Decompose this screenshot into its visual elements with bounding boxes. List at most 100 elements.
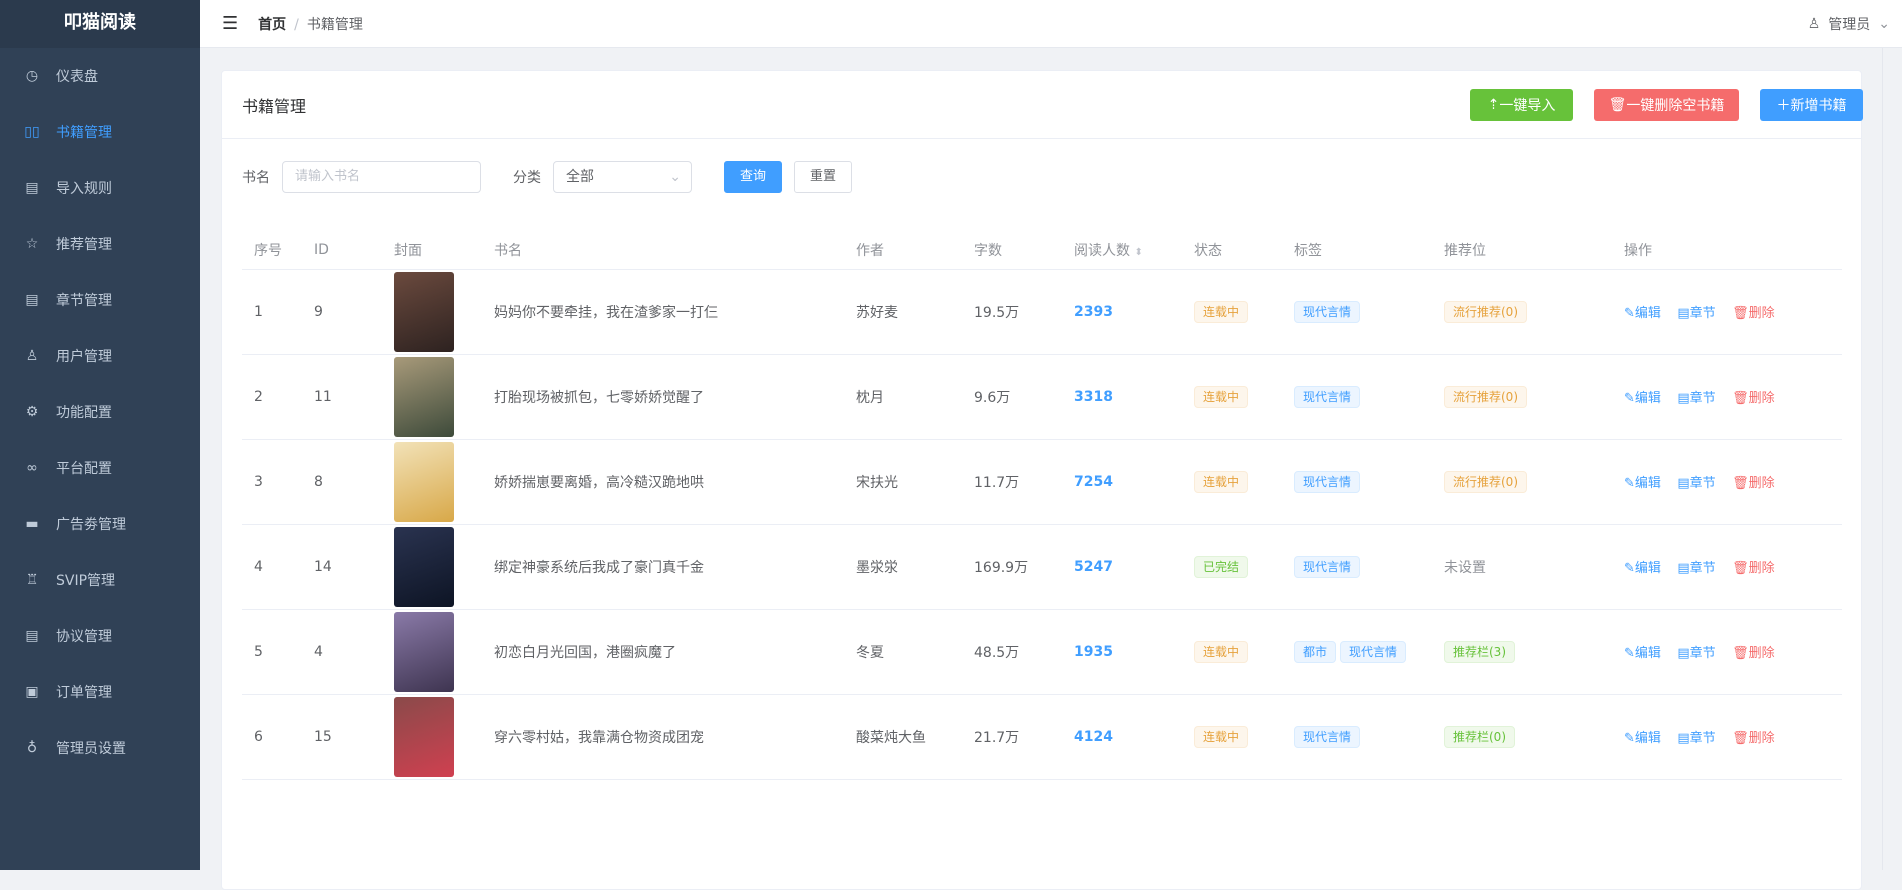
cover-cell: [382, 524, 482, 610]
book-cover-image[interactable]: [394, 611, 454, 692]
slot-badge: 流行推荐(0): [1444, 470, 1527, 493]
book-cover-image[interactable]: [394, 271, 454, 352]
book-cover-image[interactable]: [394, 356, 454, 437]
tags-cell: 现代言情: [1282, 269, 1432, 355]
delete-button[interactable]: 🗑删除: [1732, 646, 1775, 661]
column-header: 字数: [962, 231, 1062, 270]
book-author: 枕月: [844, 354, 962, 440]
user-icon: ♙: [1807, 16, 1821, 32]
upload-icon: ⇡: [1487, 97, 1500, 113]
book-cover-image[interactable]: [394, 526, 454, 607]
reset-button[interactable]: 重置: [794, 161, 853, 193]
add-book-button[interactable]: ＋新增书籍: [1760, 89, 1863, 121]
breadcrumb-separator: /: [294, 16, 299, 33]
chapter-button[interactable]: ▤章节: [1677, 646, 1715, 661]
document-icon: ▤: [25, 628, 39, 644]
word-count: 169.9万: [962, 524, 1062, 610]
delete-button[interactable]: 🗑删除: [1732, 561, 1775, 576]
sidebar-item-12[interactable]: ♁ 管理员设置: [0, 720, 200, 776]
status-badge: 连载中: [1194, 300, 1249, 323]
delete-button[interactable]: 🗑删除: [1732, 306, 1775, 321]
sidebar-item-2[interactable]: ▤ 导入规则: [0, 160, 200, 216]
scrollbar[interactable]: [1882, 48, 1902, 870]
sidebar-item-label: 用户管理: [56, 349, 112, 365]
chevron-down-icon: ⌄: [669, 169, 681, 185]
edit-button[interactable]: ✎编辑: [1624, 476, 1661, 491]
cover-cell: [382, 609, 482, 695]
tag-badge: 现代言情: [1294, 300, 1361, 323]
sidebar-item-6[interactable]: ⚙ 功能配置: [0, 384, 200, 440]
sidebar-item-3[interactable]: ☆ 推荐管理: [0, 216, 200, 272]
sidebar-item-11[interactable]: ▣ 订单管理: [0, 664, 200, 720]
slot-badge: 推荐栏(3): [1444, 640, 1515, 663]
column-header-label: 书名: [494, 242, 522, 259]
book-title: 打胎现场被抓包，七零娇娇觉醒了: [482, 354, 844, 440]
user-name: 管理员: [1828, 17, 1871, 33]
sidebar-item-4[interactable]: ▤ 章节管理: [0, 272, 200, 328]
actions-cell: ✎编辑 ▤章节 🗑删除: [1612, 269, 1842, 355]
delete-button[interactable]: 🗑删除: [1732, 476, 1775, 491]
category-value: 全部: [566, 169, 594, 185]
edit-button[interactable]: ✎编辑: [1624, 391, 1661, 406]
edit-button[interactable]: ✎编辑: [1624, 561, 1661, 576]
row-id: 8: [302, 439, 382, 525]
actions-cell: ✎编辑 ▤章节 🗑删除: [1612, 354, 1842, 440]
slot-cell: 流行推荐(0): [1432, 354, 1612, 440]
book-name-input[interactable]: 请输入书名: [282, 161, 481, 193]
column-header-label: 状态: [1194, 242, 1222, 259]
book-title: 绑定神豪系统后我成了豪门真千金: [482, 524, 844, 610]
word-count: 48.5万: [962, 609, 1062, 695]
edit-button[interactable]: ✎编辑: [1624, 646, 1661, 661]
import-button[interactable]: ⇡ 一键导入: [1470, 89, 1573, 121]
search-button[interactable]: 查询: [724, 161, 783, 193]
category-select[interactable]: 全部 ⌄: [553, 161, 692, 193]
delete-button[interactable]: 🗑删除: [1732, 731, 1775, 746]
sidebar-item-1[interactable]: ▯▯ 书籍管理: [0, 104, 200, 160]
sidebar-item-10[interactable]: ▤ 协议管理: [0, 608, 200, 664]
breadcrumb-home[interactable]: 首页: [258, 17, 286, 33]
sidebar-item-label: 广告劵管理: [56, 517, 126, 533]
word-count: 11.7万: [962, 439, 1062, 525]
menu-toggle-icon[interactable]: ☰: [222, 13, 238, 34]
document-icon: ▤: [1677, 306, 1690, 321]
column-header[interactable]: 阅读人数 ⬍: [1062, 231, 1182, 270]
chapter-button[interactable]: ▤章节: [1677, 476, 1715, 491]
reader-count: 1935: [1062, 609, 1182, 695]
trash-icon: 🗑: [1732, 731, 1749, 746]
delete-button[interactable]: 🗑删除: [1732, 391, 1775, 406]
edit-button[interactable]: ✎编辑: [1624, 731, 1661, 746]
sidebar-item-label: 书籍管理: [56, 125, 112, 141]
edit-icon: ✎: [1624, 561, 1635, 576]
star-icon: ☆: [25, 236, 39, 252]
table-row: 5 4 初恋白月光回国，港圈疯魔了 冬夏 48.5万 1935 连载中 都市 现代…: [242, 609, 1842, 695]
sidebar-item-0[interactable]: ◷ 仪表盘: [0, 48, 200, 104]
sidebar-item-9[interactable]: ♖ SVIP管理: [0, 552, 200, 608]
sidebar-item-label: 订单管理: [56, 685, 112, 701]
user-dropdown[interactable]: ♙ 管理员 ⌄: [1808, 0, 1890, 48]
chapter-button[interactable]: ▤章节: [1677, 561, 1715, 576]
delete-empty-button[interactable]: 🗑 一键删除空书籍: [1594, 89, 1739, 121]
chapter-button[interactable]: ▤章节: [1677, 306, 1715, 321]
document-icon: ▤: [1677, 561, 1690, 576]
edit-icon: ✎: [1624, 646, 1635, 661]
book-cover-image[interactable]: [394, 696, 454, 777]
sidebar-item-5[interactable]: ♙ 用户管理: [0, 328, 200, 384]
tag-badge: 现代言情: [1294, 555, 1361, 578]
book-cover-image[interactable]: [394, 441, 454, 522]
sidebar-item-8[interactable]: ▬ 广告劵管理: [0, 496, 200, 552]
word-count: 21.7万: [962, 694, 1062, 780]
sort-icon[interactable]: ⬍: [1134, 247, 1142, 258]
breadcrumb-current: 书籍管理: [306, 16, 363, 33]
sidebar-item-label: 平台配置: [56, 461, 112, 477]
status-badge: 连载中: [1194, 725, 1249, 748]
chapter-button[interactable]: ▤章节: [1677, 731, 1715, 746]
edit-button[interactable]: ✎编辑: [1624, 306, 1661, 321]
user-icon: ♙: [25, 348, 39, 364]
book-author: 宋扶光: [844, 439, 962, 525]
filter-bar: 书名 请输入书名 分类 全部 ⌄ 查询 重置: [242, 161, 853, 193]
sidebar-item-7[interactable]: ∞ 平台配置: [0, 440, 200, 496]
column-header: 书名: [482, 231, 844, 270]
chapter-button[interactable]: ▤章节: [1677, 391, 1715, 406]
slot-cell: 推荐栏(3): [1432, 609, 1612, 695]
row-id: 9: [302, 269, 382, 355]
